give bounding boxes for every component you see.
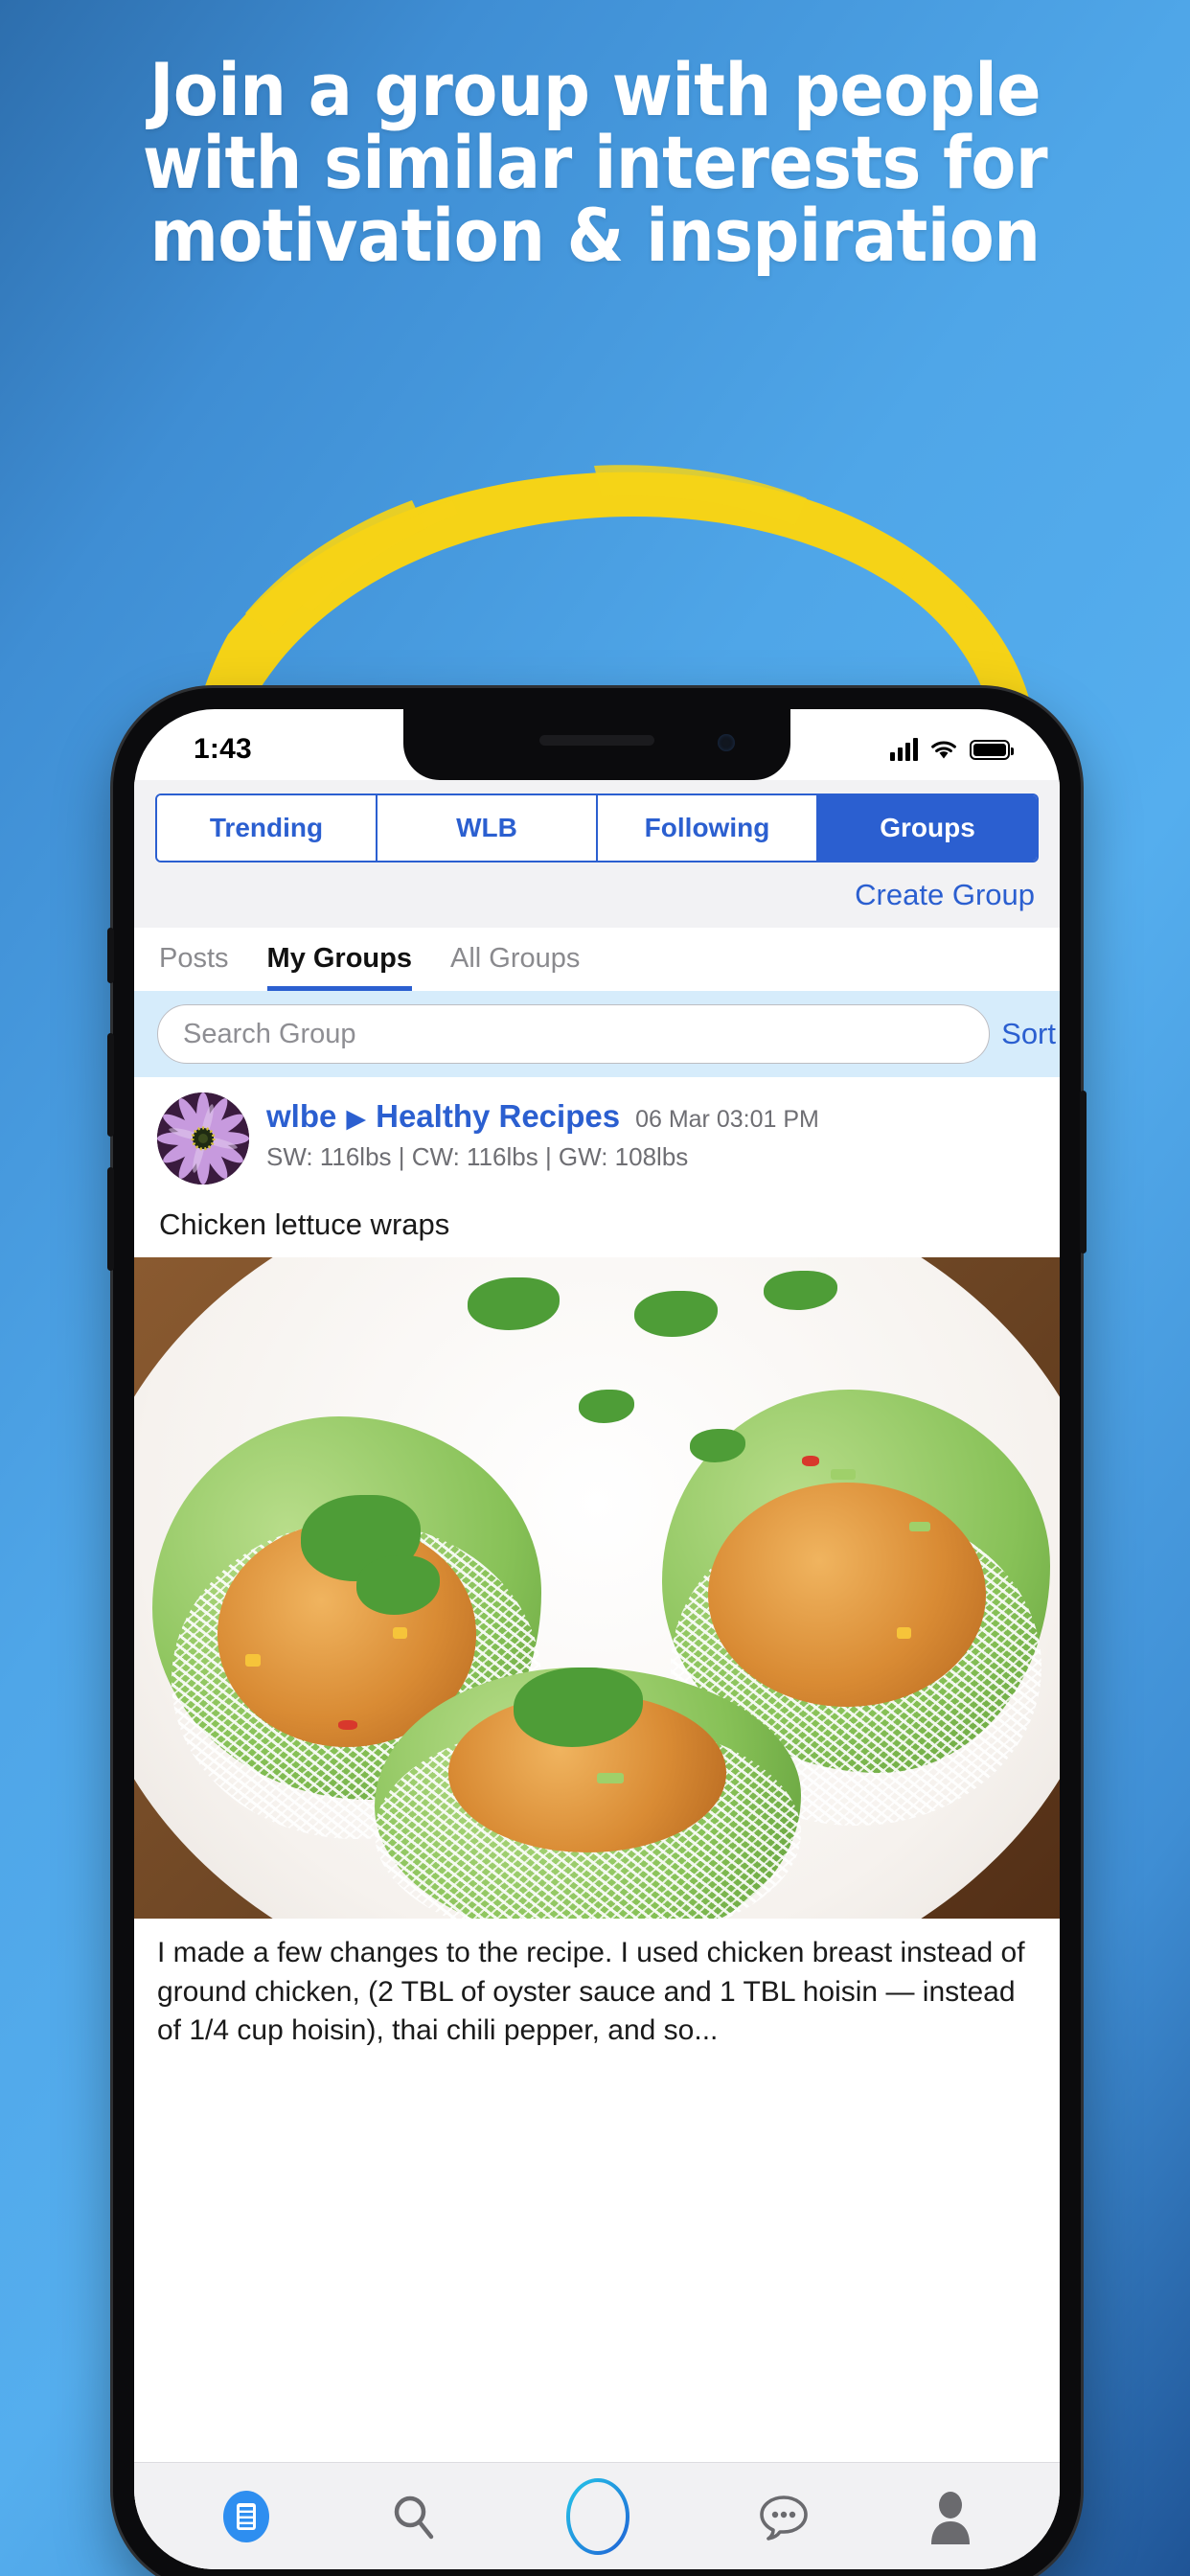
sub-tab-bar: Posts My Groups All Groups xyxy=(134,928,1060,991)
nav-profile[interactable] xyxy=(926,2489,975,2544)
chicken-filling-right xyxy=(707,1482,986,1708)
post-timestamp: 06 Mar 03:01 PM xyxy=(635,1106,819,1133)
power-button[interactable] xyxy=(1080,1091,1087,1254)
mute-switch[interactable] xyxy=(107,928,114,983)
chili-2 xyxy=(801,1456,819,1466)
nav-search[interactable] xyxy=(388,2491,440,2542)
headline-line-1: Join a group with people xyxy=(149,47,1041,132)
post-title-line: wlbe ▶ Healthy Recipes 06 Mar 03:01 PM xyxy=(266,1098,1037,1135)
subtab-my-groups[interactable]: My Groups xyxy=(266,943,412,991)
promo-screenshot: Join a group with people with similar in… xyxy=(0,0,1190,2576)
post-header: wlbe ▶ Healthy Recipes 06 Mar 03:01 PM S… xyxy=(134,1077,1060,1194)
status-bar: 1:43 xyxy=(134,709,1060,780)
status-indicators xyxy=(890,738,1014,761)
volume-up-button[interactable] xyxy=(107,1033,114,1137)
phone-mockup: 1:43 Trending WLB Following Groups Creat… xyxy=(107,688,1087,2576)
avatar[interactable] xyxy=(157,1092,249,1184)
arrow-right-icon: ▶ xyxy=(346,1104,367,1133)
post-photo[interactable] xyxy=(134,1257,1060,1919)
tab-wlb[interactable]: WLB xyxy=(378,795,598,861)
headline-line-3: motivation & inspiration xyxy=(149,193,1041,278)
subtab-posts[interactable]: Posts xyxy=(159,943,229,991)
segmented-tab-bar: Trending WLB Following Groups xyxy=(134,780,1060,874)
nav-create[interactable] xyxy=(554,2472,642,2561)
create-group-button[interactable]: Create Group xyxy=(855,878,1035,911)
profile-person-icon xyxy=(931,2491,971,2544)
corn-kernel-3 xyxy=(897,1627,912,1640)
battery-full-icon xyxy=(970,739,1014,760)
tab-groups[interactable]: Groups xyxy=(818,795,1037,861)
chat-bubble-icon xyxy=(760,2495,808,2541)
feed-icon xyxy=(222,2490,269,2542)
nav-feed[interactable] xyxy=(218,2489,274,2544)
tab-trending[interactable]: Trending xyxy=(157,795,378,861)
bottom-navigation xyxy=(134,2462,1060,2569)
tab-following[interactable]: Following xyxy=(598,795,818,861)
phone-screen: 1:43 Trending WLB Following Groups Creat… xyxy=(134,709,1060,2569)
headline-line-2: with similar interests for xyxy=(142,120,1048,205)
post-group-name[interactable]: Healthy Recipes xyxy=(376,1098,620,1135)
sort-button[interactable]: Sort xyxy=(1001,1017,1060,1051)
post-weight-stats: SW: 116lbs | CW: 116lbs | GW: 108lbs xyxy=(266,1142,689,1171)
app-content: Trending WLB Following Groups Create Gro… xyxy=(134,780,1060,2569)
post-card: wlbe ▶ Healthy Recipes 06 Mar 03:01 PM S… xyxy=(134,1077,1060,2060)
add-plus-icon xyxy=(565,2477,629,2555)
purple-daisy-avatar xyxy=(157,1092,249,1184)
corn-kernel-1 xyxy=(244,1654,261,1667)
scallion-2 xyxy=(908,1522,930,1531)
status-time: 1:43 xyxy=(194,733,252,765)
cellular-signal-icon xyxy=(890,738,918,761)
search-icon xyxy=(394,2496,434,2539)
promo-headline: Join a group with people with similar in… xyxy=(0,54,1190,272)
subtab-all-groups[interactable]: All Groups xyxy=(450,943,580,991)
search-row: Sort xyxy=(134,991,1060,1077)
post-meta: wlbe ▶ Healthy Recipes 06 Mar 03:01 PM S… xyxy=(266,1092,1037,1184)
nav-messages[interactable] xyxy=(756,2490,812,2543)
wifi-icon xyxy=(931,741,956,758)
scallion-1 xyxy=(831,1468,857,1480)
post-body-text: I made a few changes to the recipe. I us… xyxy=(157,1937,1025,2046)
post-title: Chicken lettuce wraps xyxy=(159,1208,450,1241)
create-group-row: Create Group xyxy=(134,874,1060,928)
post-author[interactable]: wlbe xyxy=(266,1098,336,1135)
chili-1 xyxy=(337,1720,357,1730)
scallion-3 xyxy=(597,1773,624,1784)
volume-down-button[interactable] xyxy=(107,1167,114,1271)
corn-kernel-2 xyxy=(393,1627,408,1640)
search-input[interactable] xyxy=(157,1004,991,1064)
segmented-control: Trending WLB Following Groups xyxy=(155,794,1039,862)
